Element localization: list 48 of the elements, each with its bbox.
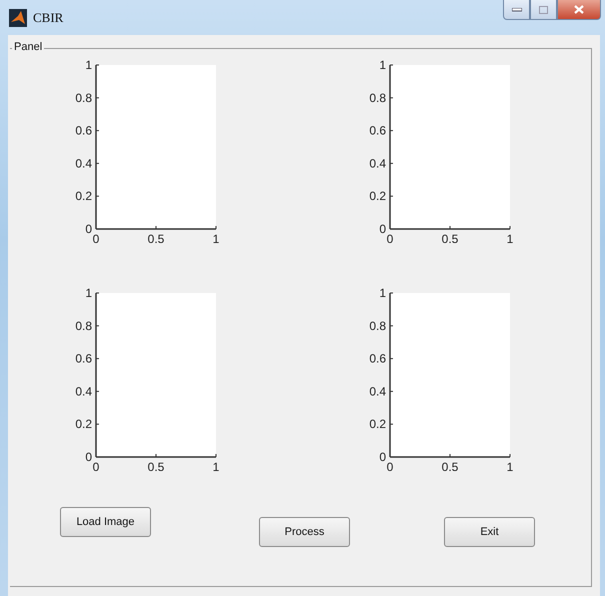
tick-label: 1	[379, 286, 386, 300]
tick-label: 1	[506, 232, 514, 243]
tick-label: 0	[92, 460, 100, 471]
window-title: CBIR	[33, 10, 64, 26]
tick-label: 0.2	[75, 417, 92, 432]
action-button[interactable]: Load Image	[60, 507, 151, 537]
tick-label: 0.8	[369, 90, 386, 105]
tick-label: 0.5	[442, 232, 458, 243]
tick-label: 0.4	[369, 156, 386, 170]
tick-label: 0	[92, 232, 100, 243]
tick-label: 0.6	[75, 352, 92, 366]
tick-label: 0.2	[75, 189, 92, 204]
tick-label: 0	[386, 232, 394, 243]
app-logo-icon	[9, 8, 27, 26]
tick-label: 0.8	[75, 90, 92, 105]
tick-label: 1	[506, 460, 514, 471]
maximize-icon	[539, 6, 548, 14]
tick-label: 1	[379, 58, 386, 72]
maximize-button[interactable]	[530, 0, 557, 20]
panel-title: Panel	[12, 41, 44, 53]
tick-label: 0.4	[75, 384, 92, 398]
tick-label: 0.6	[369, 352, 386, 366]
tick-label: 0	[386, 460, 394, 471]
tick-label: 0.2	[369, 417, 386, 432]
tick-label: 0.8	[369, 318, 386, 333]
action-button[interactable]: Process	[259, 517, 350, 547]
tick-label: 1	[85, 58, 92, 72]
tick-label: 0	[85, 222, 92, 236]
tick-label: 1	[85, 286, 92, 300]
tick-label: 0.8	[75, 318, 92, 333]
tick-label: 0	[379, 450, 386, 464]
tick-label: 0	[379, 222, 386, 236]
close-button[interactable]	[557, 0, 601, 20]
tick-label: 1	[212, 232, 220, 243]
tick-label: 0.2	[369, 189, 386, 204]
tick-label: 0.5	[148, 460, 164, 471]
tick-label: 0.5	[148, 232, 164, 243]
tick-label: 1	[212, 460, 220, 471]
tick-label: 0.5	[442, 460, 458, 471]
action-button[interactable]: Exit	[444, 517, 535, 547]
close-icon	[574, 5, 584, 14]
minimize-button[interactable]	[503, 0, 530, 20]
tick-label: 0.4	[369, 384, 386, 398]
tick-label: 0.6	[369, 124, 386, 138]
tick-label: 0.4	[75, 156, 92, 170]
minimize-icon	[512, 8, 522, 12]
tick-label: 0	[85, 450, 92, 464]
tick-label: 0.6	[75, 124, 92, 138]
